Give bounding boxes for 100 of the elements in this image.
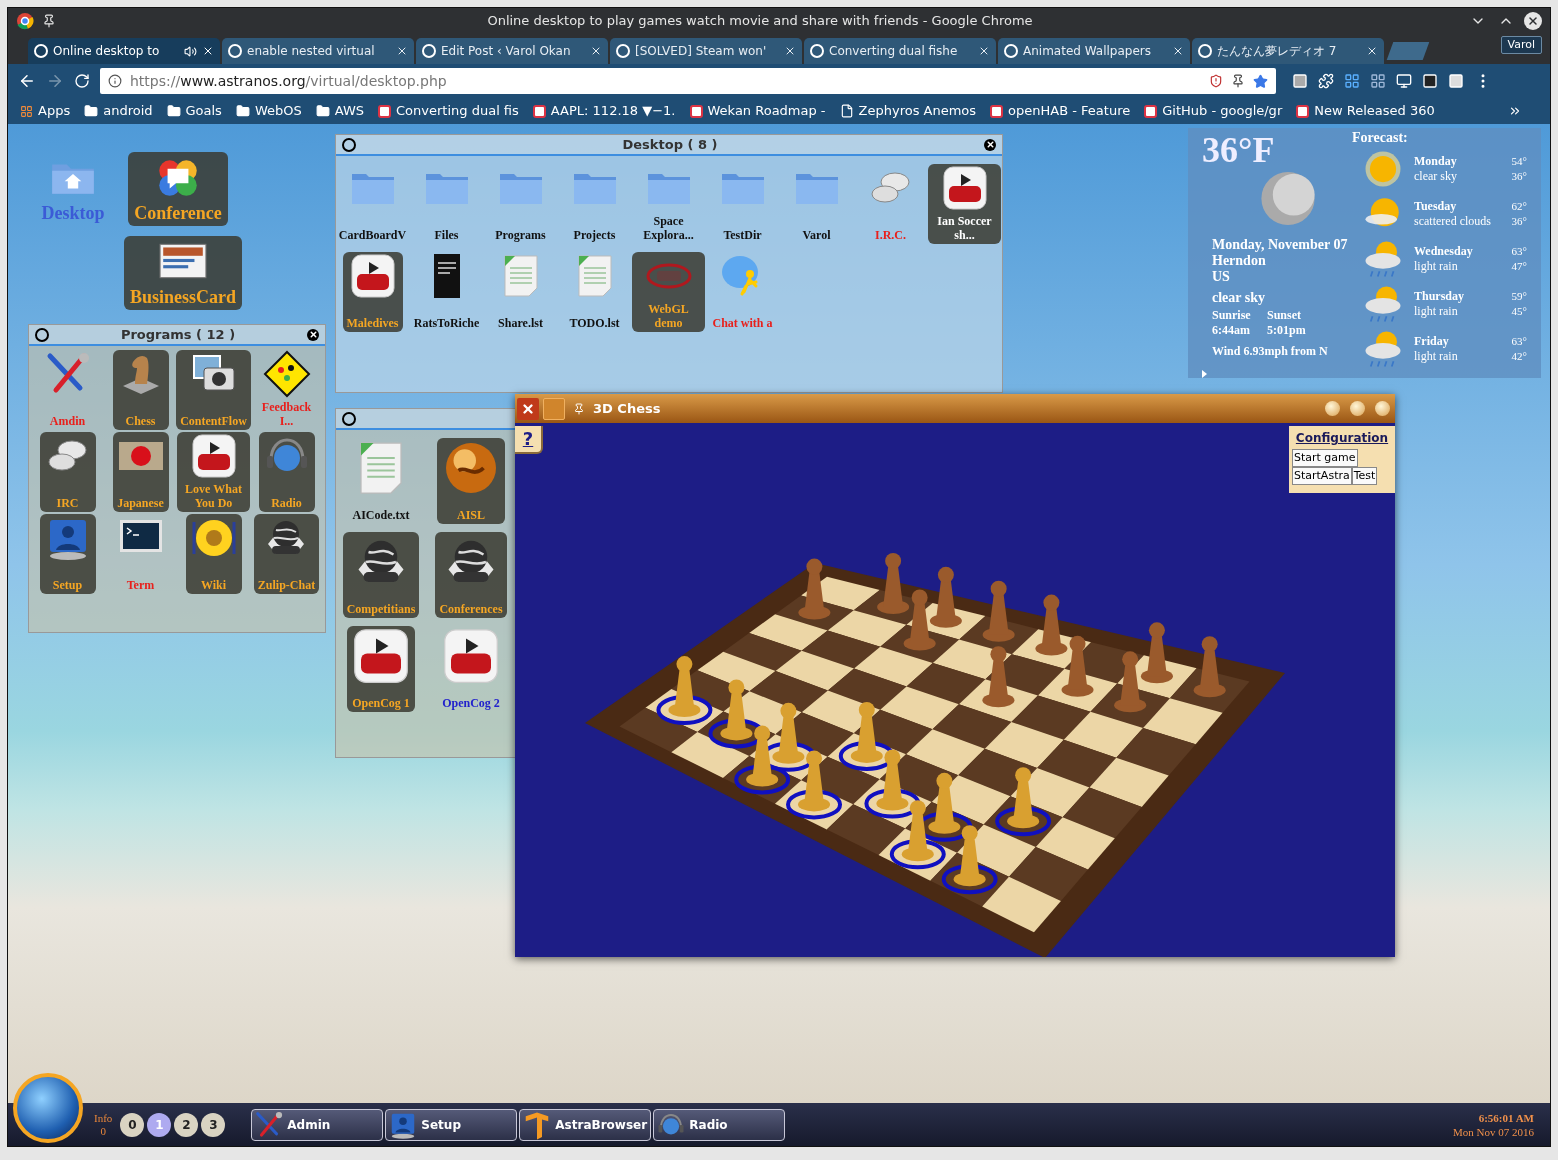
bookmark-link[interactable]: AAPL: 112.18 ▼−1. [532,101,676,121]
icon-label[interactable]: RatsToRiche [413,316,480,330]
bookmark-link[interactable]: android [84,101,153,121]
extension-icon[interactable] [1422,73,1438,89]
icon-label[interactable]: Varol [802,228,831,242]
icon-label[interactable]: Space Explora... [636,214,701,242]
icon-label[interactable]: Wiki [200,578,227,592]
info-icon[interactable] [108,74,122,88]
workspace-button[interactable]: 2 [174,1112,199,1137]
icon-label[interactable]: Competitians [346,602,416,616]
icon-label[interactable]: Ian Soccer sh... [932,214,997,242]
action-button[interactable]: StartAstra [1292,467,1352,485]
bookmark-link[interactable]: GitHub - google/gr [1144,101,1283,121]
bookmark-link[interactable]: Converting dual fis [378,101,519,121]
close-icon[interactable] [1172,45,1184,57]
icon-label[interactable]: TestDir [723,228,762,242]
icon-label[interactable]: BusinessCard [130,286,236,308]
close-icon[interactable] [202,45,214,57]
bookmark-link[interactable]: openHAB - Feature [990,101,1131,121]
icon-label[interactable]: TODO.lst [569,316,620,330]
back-icon[interactable] [18,72,36,90]
icon-label[interactable]: CardBoardV [338,228,407,242]
icon-label[interactable]: ContentFlow [180,414,247,428]
shield-icon[interactable] [1209,74,1223,88]
browser-tab[interactable]: たんなん夢レディオ 7 [1192,38,1384,64]
action-button[interactable]: Test [1351,467,1378,485]
profile-button[interactable]: Varol [1500,35,1542,54]
close-icon[interactable] [1366,45,1378,57]
icon-label[interactable]: Chess [125,414,156,428]
taskbar-button[interactable]: Radio [653,1108,786,1141]
bookmark-link[interactable]: WebOS [235,101,302,121]
puzzle-icon[interactable] [1318,73,1334,89]
close-icon[interactable] [978,45,990,57]
workspace-button[interactable]: 3 [201,1112,226,1137]
icon-label[interactable]: Setup [52,578,83,592]
icon-label[interactable]: AISL [457,508,485,522]
bookmark-star-icon[interactable] [1253,73,1268,89]
action-button[interactable]: Start game [1292,449,1358,467]
close-icon[interactable] [784,45,796,57]
more-bookmarks-icon[interactable] [1508,104,1522,118]
icon-label[interactable]: Radio [271,496,302,510]
browser-tab[interactable]: Online desktop to [28,38,220,64]
browser-tab[interactable]: enable nested virtual [222,38,414,64]
bookmark-link[interactable]: Goals [166,101,222,121]
icon-label[interactable]: AICode.txt [352,508,410,522]
icon-label[interactable]: Share.lst [498,316,543,330]
workspace-button[interactable]: 0 [120,1112,145,1137]
monitor-icon[interactable] [1396,73,1412,89]
expand-arrow-icon[interactable] [1202,370,1207,378]
window-menu-button[interactable] [342,137,356,152]
icon-label[interactable]: OpenCog 2 [442,696,500,710]
taskbar-button[interactable]: Admin [251,1108,384,1141]
address-field[interactable]: https://www.astranos.org/virtual/desktop.php [100,68,1276,94]
extension-icon[interactable] [1292,73,1308,89]
close-button[interactable] [984,138,996,151]
close-button[interactable] [307,328,319,341]
icon-label[interactable]: Files [434,228,459,242]
pin-icon[interactable] [573,402,585,415]
browser-tab[interactable]: Converting dual fishe [804,38,996,64]
screwdriver-wrench-icon [254,1109,285,1140]
taskbar-button[interactable]: AstraBrowser [519,1108,652,1141]
chessboard-drawing[interactable] [585,552,1285,957]
bookmark-link[interactable]: New Released 360 [1296,101,1435,121]
close-icon[interactable] [590,45,602,57]
clock-time: 6:56:01 AM [1478,1110,1534,1125]
bookmark-link[interactable]: Zephyros Anemos [839,101,977,121]
icon-label[interactable]: IRC [56,496,79,510]
icon-label[interactable]: Conferences [439,602,503,616]
icon-label[interactable]: WebGL demo [636,302,701,330]
bookmark-link[interactable]: Wekan Roadmap - [689,101,826,121]
icon-label[interactable]: Love What You Do [181,482,246,510]
close-icon[interactable] [396,45,408,57]
icon-label[interactable]: Programs [495,228,546,242]
browser-tab[interactable]: Animated Wallpapers [998,38,1190,64]
icon-label[interactable]: Zulip-Chat [257,578,316,592]
window-menu-button[interactable] [342,411,356,426]
configuration-link[interactable]: Configuration [1295,430,1389,446]
browser-tab[interactable]: Edit Post ‹ Varol Okan [416,38,608,64]
icon-label[interactable]: Projects [573,228,616,242]
grid-icon[interactable] [1370,73,1386,89]
icon-label[interactable]: OpenCog 1 [352,696,410,710]
bookmark-link[interactable]: AWS [315,101,365,121]
bookmark-link[interactable]: Apps [20,101,71,121]
browser-tab[interactable]: [SOLVED] Steam won' [610,38,802,64]
pin-icon[interactable] [42,14,56,28]
taskbar-button[interactable]: Setup [385,1108,518,1141]
site-icon [1144,104,1158,118]
icon-label[interactable]: Maledives [346,316,399,330]
reload-icon[interactable] [74,73,90,89]
icon-label[interactable]: Japanese [117,496,164,510]
pin-icon[interactable] [1231,74,1245,88]
extension-icon[interactable] [1448,73,1464,89]
help-button[interactable]: ? [515,426,543,454]
window-control-button[interactable] [1375,401,1390,416]
icon-label[interactable]: Conference [134,202,222,224]
speaker-icon[interactable] [184,44,197,58]
window-menu-button[interactable] [35,327,49,342]
close-button[interactable] [1524,12,1542,30]
window-control-button[interactable] [1350,401,1365,416]
window-control-button[interactable] [1325,401,1340,416]
